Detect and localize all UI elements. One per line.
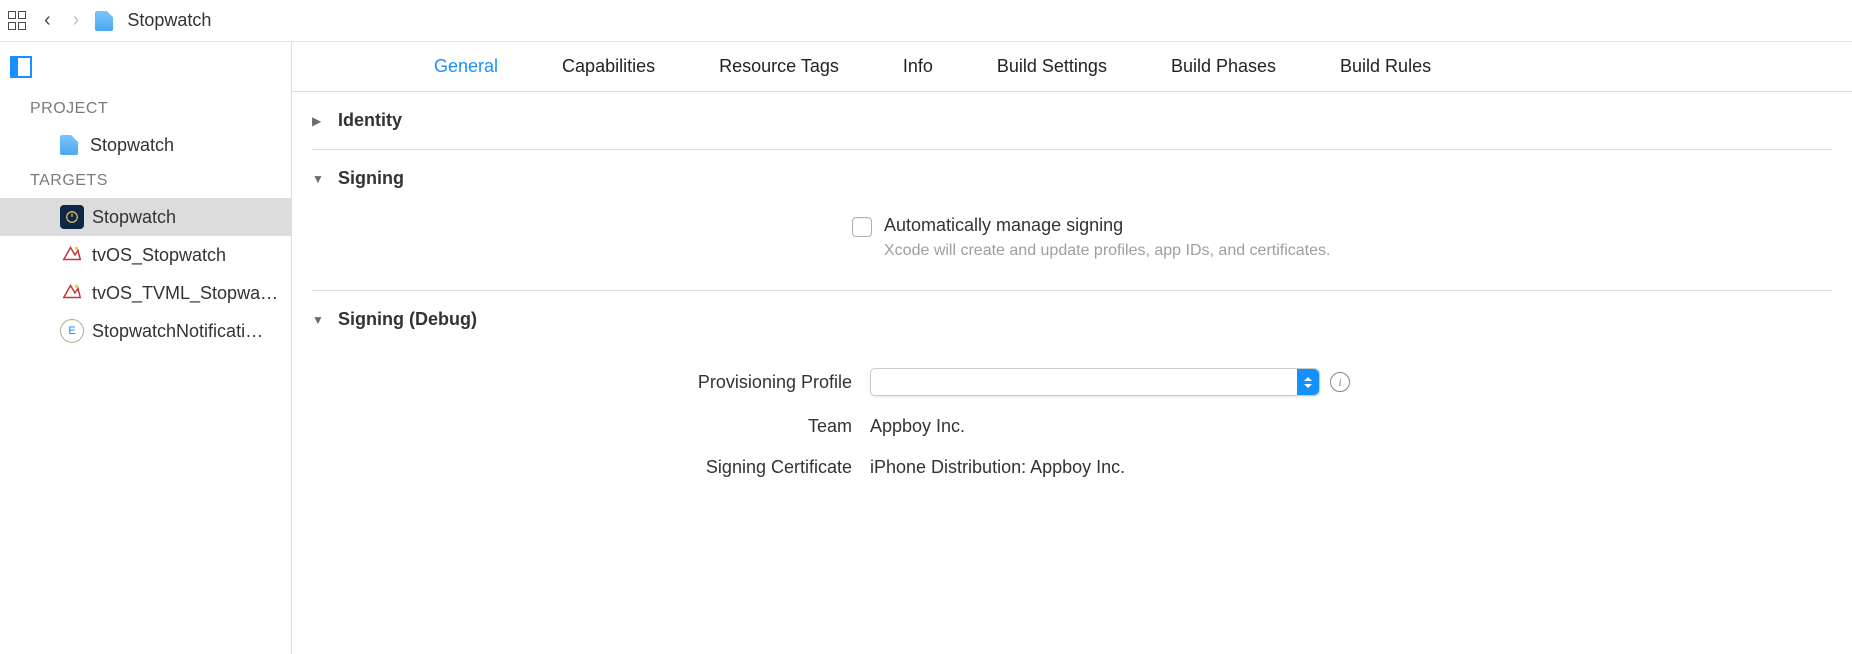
sidebar-item-label: Stopwatch <box>92 207 176 228</box>
team-value: Appboy Inc. <box>870 416 1832 437</box>
disclosure-right-icon: ▶ <box>312 114 326 128</box>
project-file-icon <box>60 135 78 155</box>
section-signing-body: Automatically manage signing Xcode will … <box>312 207 1832 290</box>
auto-manage-row: Automatically manage signing Xcode will … <box>852 215 1832 260</box>
nav-forward-icon: › <box>67 9 86 32</box>
auto-manage-label: Automatically manage signing <box>884 215 1330 236</box>
grid-icon[interactable] <box>8 11 28 31</box>
sidebar-item-target-tvml[interactable]: tvOS_TVML_Stopwa… <box>0 274 291 312</box>
tab-build-phases[interactable]: Build Phases <box>1139 56 1308 77</box>
tv-app-icon <box>60 281 84 305</box>
breadcrumb-title[interactable]: Stopwatch <box>127 10 211 31</box>
tab-capabilities[interactable]: Capabilities <box>530 56 687 77</box>
sidebar-item-target-tvos[interactable]: tvOS_Stopwatch <box>0 236 291 274</box>
project-file-icon <box>95 11 113 31</box>
provisioning-profile-row: Provisioning Profile <box>312 358 1832 406</box>
section-signing-debug-body: Provisioning Profile Team Appboy Inc. Si… <box>312 348 1832 488</box>
tab-resource-tags[interactable]: Resource Tags <box>687 56 871 77</box>
project-section-header: PROJECT <box>0 92 291 126</box>
dropdown-stepper-icon <box>1297 369 1319 395</box>
tabs: General Capabilities Resource Tags Info … <box>292 42 1852 92</box>
tab-general[interactable]: General <box>402 56 530 77</box>
sidebar-item-label: StopwatchNotificati… <box>92 321 263 342</box>
section-title: Signing <box>338 168 404 189</box>
section-identity-header[interactable]: ▶ Identity <box>312 92 1832 149</box>
tab-build-settings[interactable]: Build Settings <box>965 56 1139 77</box>
sidebar-item-label: tvOS_Stopwatch <box>92 245 226 266</box>
team-label: Team <box>312 416 852 437</box>
signing-certificate-value: iPhone Distribution: Appboy Inc. <box>870 457 1832 478</box>
app-icon <box>60 205 84 229</box>
signing-certificate-row: Signing Certificate iPhone Distribution:… <box>312 447 1832 488</box>
provisioning-profile-label: Provisioning Profile <box>312 372 852 393</box>
sidebar-item-label: Stopwatch <box>90 135 174 156</box>
auto-manage-description: Xcode will create and update profiles, a… <box>884 242 1330 260</box>
disclosure-down-icon: ▼ <box>312 313 326 327</box>
section-signing-debug-header[interactable]: ▼ Signing (Debug) <box>312 291 1832 348</box>
sidebar-item-target-stopwatch[interactable]: Stopwatch <box>0 198 291 236</box>
sidebar-item-project[interactable]: Stopwatch <box>0 126 291 164</box>
signing-certificate-label: Signing Certificate <box>312 457 852 478</box>
sidebar-item-label: tvOS_TVML_Stopwa… <box>92 283 278 304</box>
content: General Capabilities Resource Tags Info … <box>292 42 1852 654</box>
editor-pane: ▶ Identity ▼ Signing Automatically manag… <box>292 92 1852 654</box>
section-title: Signing (Debug) <box>338 309 477 330</box>
extension-icon: E <box>60 319 84 343</box>
section-signing-header[interactable]: ▼ Signing <box>312 150 1832 207</box>
targets-section-header: TARGETS <box>0 164 291 198</box>
tab-info[interactable]: Info <box>871 56 965 77</box>
sidebar: PROJECT Stopwatch TARGETS Stopwatch tvOS… <box>0 42 292 654</box>
auto-manage-checkbox[interactable] <box>852 217 872 237</box>
sidebar-toggle-panel[interactable] <box>0 42 291 92</box>
tv-app-icon <box>60 243 84 267</box>
sidebar-item-target-notification[interactable]: E StopwatchNotificati… <box>0 312 291 350</box>
disclosure-down-icon: ▼ <box>312 172 326 186</box>
team-row: Team Appboy Inc. <box>312 406 1832 447</box>
provisioning-profile-dropdown[interactable] <box>870 368 1320 396</box>
breadcrumb-bar: ‹ › Stopwatch <box>0 0 1852 42</box>
info-icon[interactable] <box>1330 372 1350 392</box>
nav-back-icon[interactable]: ‹ <box>38 9 57 32</box>
tab-build-rules[interactable]: Build Rules <box>1308 56 1463 77</box>
panel-icon <box>10 56 32 78</box>
main-area: PROJECT Stopwatch TARGETS Stopwatch tvOS… <box>0 42 1852 654</box>
section-title: Identity <box>338 110 402 131</box>
